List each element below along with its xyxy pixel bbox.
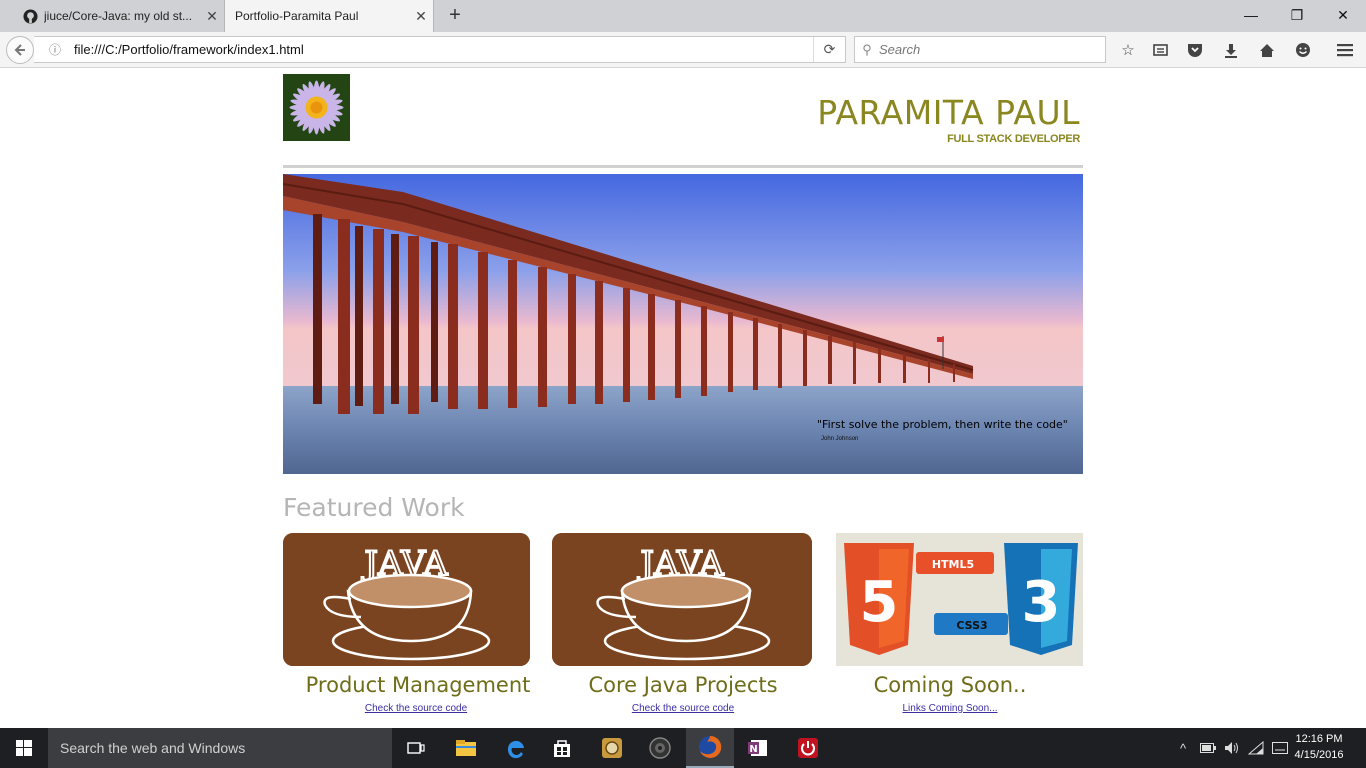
hero-pier-image: "First solve the problem, then write the…	[283, 174, 1083, 474]
browser-nav-bar: ⓘ file:///C:/Portfolio/framework/index1.…	[0, 32, 1366, 68]
hello-chat-icon[interactable]	[1293, 40, 1313, 60]
keyboard-icon[interactable]	[1270, 728, 1290, 768]
page-viewport: PARAMITA PAUL FULL STACK DEVELOPER "Firs…	[0, 69, 1366, 728]
featured-work-heading: Featured Work	[283, 493, 465, 522]
tab-title: jiuce/Core-Java: my old st...	[44, 9, 193, 23]
tab-title: Portfolio-Paramita Paul	[235, 9, 359, 23]
edge-browser-icon[interactable]	[492, 728, 540, 768]
close-tab-icon[interactable]: ✕	[409, 8, 433, 25]
taskbar-search-input[interactable]: Search the web and Windows	[48, 728, 392, 768]
card-link[interactable]: Links Coming Soon...	[817, 703, 1083, 714]
windows-taskbar: Search the web and Windows N ^ 12:16 PM …	[0, 728, 1366, 768]
brand-subtitle: FULL STACK DEVELOPER	[947, 133, 1080, 145]
home-icon[interactable]	[1257, 40, 1277, 60]
restore-button[interactable]: ❐	[1274, 0, 1320, 32]
card-link[interactable]: Check the source code	[550, 703, 816, 714]
volume-icon[interactable]	[1222, 728, 1242, 768]
file-explorer-icon[interactable]	[442, 728, 490, 768]
info-icon[interactable]: ⓘ	[44, 41, 66, 58]
css3-label: CSS3	[956, 619, 987, 632]
html5-css3-logo[interactable]: 5 HTML5 CSS3 3	[836, 533, 1083, 666]
media-player-icon[interactable]	[636, 728, 684, 768]
firefox-icon[interactable]	[686, 728, 734, 768]
battery-icon[interactable]	[1198, 728, 1218, 768]
search-icon: ⚲	[862, 41, 872, 57]
minimize-button[interactable]: —	[1228, 0, 1274, 32]
reading-list-icon[interactable]	[1150, 40, 1170, 60]
onenote-icon[interactable]: N	[734, 728, 782, 768]
java-coffee-logo[interactable]: JAVA	[283, 533, 530, 666]
html5-label: HTML5	[932, 558, 974, 571]
tab-github[interactable]: jiuce/Core-Java: my old st... ✕	[12, 0, 224, 32]
task-view-icon[interactable]	[392, 728, 440, 768]
hero-quote: "First solve the problem, then write the…	[817, 418, 1068, 431]
new-tab-button[interactable]: +	[444, 4, 466, 26]
menu-icon[interactable]	[1335, 40, 1355, 60]
brand-name: PARAMITA PAUL	[817, 93, 1080, 132]
github-icon	[22, 8, 38, 24]
flower-logo	[283, 74, 350, 141]
store-icon[interactable]	[538, 728, 586, 768]
show-hidden-icons[interactable]: ^	[1174, 728, 1192, 768]
reload-icon[interactable]: ⟳	[813, 37, 845, 62]
browser-tab-bar: jiuce/Core-Java: my old st... ✕ Portfoli…	[0, 0, 1366, 32]
close-window-button[interactable]: ✕	[1320, 0, 1366, 32]
card-link[interactable]: Check the source code	[283, 703, 549, 714]
wifi-icon[interactable]	[1246, 728, 1266, 768]
svg-text:N: N	[749, 744, 757, 755]
windows-logo-icon	[16, 740, 32, 756]
html5-digit: 5	[860, 570, 899, 635]
css3-digit: 3	[1022, 570, 1061, 635]
back-arrow-icon	[14, 44, 25, 56]
java-coffee-logo[interactable]: JAVA	[552, 533, 812, 666]
card-title[interactable]: Product Management	[283, 673, 553, 697]
clock-time: 12:16 PM	[1295, 733, 1343, 745]
card-title[interactable]: Coming Soon..	[815, 673, 1085, 697]
header-divider	[283, 165, 1083, 168]
clock-date: 4/15/2016	[1294, 749, 1344, 761]
back-button[interactable]	[6, 36, 34, 64]
start-button[interactable]	[0, 728, 48, 768]
power-app-icon[interactable]	[784, 728, 832, 768]
hero-quote-author: John Johnson	[821, 436, 859, 442]
card-title[interactable]: Core Java Projects	[548, 673, 818, 697]
taskbar-search-placeholder: Search the web and Windows	[60, 740, 246, 756]
bookmark-star-icon[interactable]: ☆	[1118, 40, 1138, 60]
search-input[interactable]: ⚲ Search	[854, 36, 1106, 63]
url-text[interactable]: file:///C:/Portfolio/framework/index1.ht…	[66, 42, 813, 57]
search-placeholder: Search	[879, 42, 921, 57]
tab-portfolio[interactable]: Portfolio-Paramita Paul ✕	[224, 0, 434, 32]
close-tab-icon[interactable]: ✕	[200, 8, 224, 25]
photo-app-icon[interactable]	[588, 728, 636, 768]
download-icon[interactable]	[1221, 40, 1241, 60]
pocket-icon[interactable]	[1185, 40, 1205, 60]
address-bar[interactable]: ⓘ file:///C:/Portfolio/framework/index1.…	[34, 36, 846, 63]
taskbar-clock[interactable]: 12:16 PM 4/15/2016	[1290, 731, 1348, 763]
